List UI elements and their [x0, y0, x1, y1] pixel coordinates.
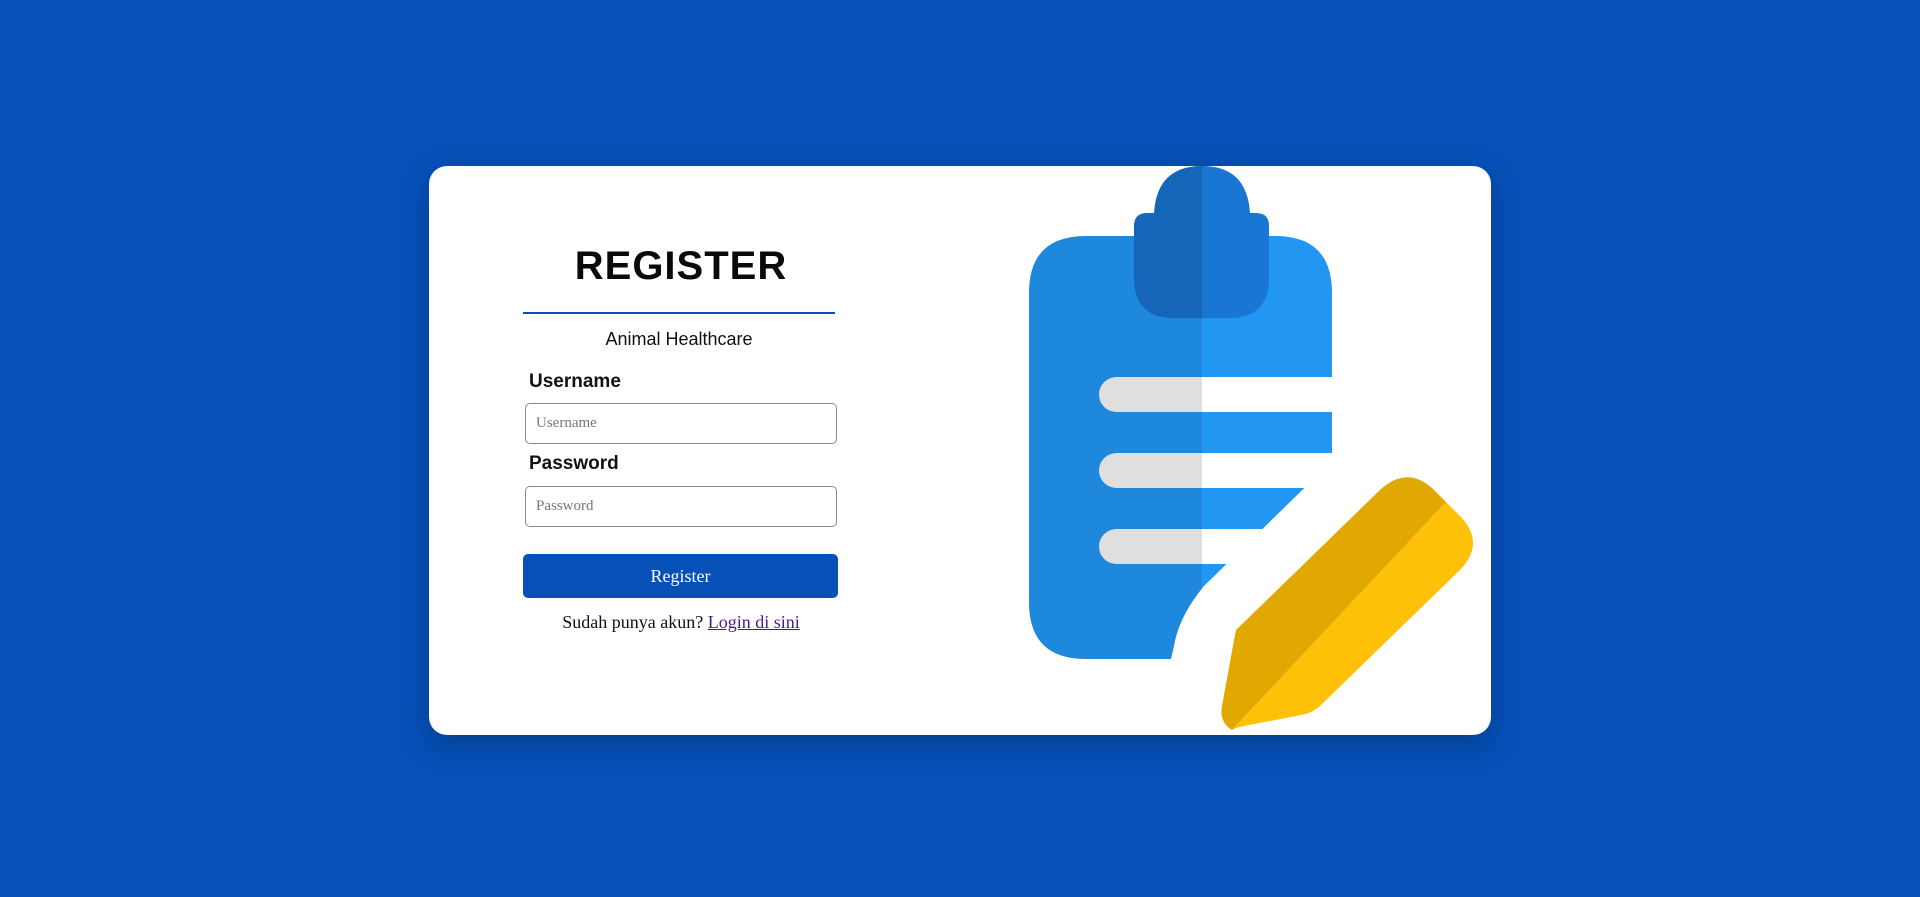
username-label: Username [529, 371, 621, 392]
login-prompt-text: Sudah punya akun? [562, 612, 704, 632]
clipboard-pencil-illustration [1029, 166, 1483, 735]
clipboard-clip [1134, 166, 1269, 318]
register-button[interactable]: Register [523, 554, 838, 598]
login-link[interactable]: Login di sini [708, 612, 800, 632]
login-prompt: Sudah punya akun? Login di sini [523, 612, 839, 633]
password-input[interactable] [525, 486, 837, 527]
app-subtitle: Animal Healthcare [605, 329, 753, 349]
username-input[interactable] [525, 403, 837, 444]
page-title: REGISTER [574, 244, 788, 288]
register-form: REGISTER Animal Healthcare Username Pass… [523, 166, 839, 735]
register-card: REGISTER Animal Healthcare Username Pass… [429, 166, 1491, 735]
clipboard-lines [1099, 377, 1357, 564]
title-divider [523, 312, 835, 314]
password-label: Password [529, 453, 619, 474]
